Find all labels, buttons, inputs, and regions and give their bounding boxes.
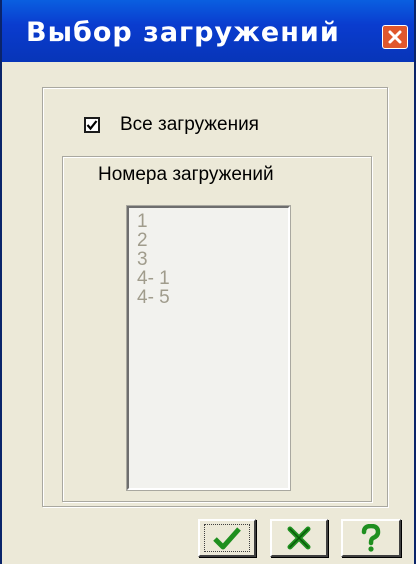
close-button[interactable] <box>382 25 408 49</box>
check-icon <box>213 527 241 550</box>
help-button[interactable] <box>341 519 401 557</box>
all-loads-label: Все загружения <box>120 114 259 135</box>
cancel-button[interactable] <box>270 519 328 557</box>
list-item[interactable]: 3 <box>137 250 288 269</box>
load-numbers-listbox[interactable]: 1 2 3 4- 1 4- 5 <box>127 206 290 490</box>
close-icon <box>388 30 402 44</box>
list-item[interactable]: 1 <box>137 212 288 231</box>
all-loads-checkbox-row[interactable]: Все загружения <box>84 113 259 137</box>
cross-icon <box>287 526 311 550</box>
ok-button[interactable] <box>198 519 256 557</box>
load-numbers-caption: Номера загружений <box>98 164 274 185</box>
list-item[interactable]: 4- 1 <box>137 269 288 288</box>
title-bar[interactable]: Выбор загружений <box>2 0 414 62</box>
checkmark-icon <box>86 120 98 131</box>
list-item[interactable]: 4- 5 <box>137 288 288 307</box>
all-loads-checkbox[interactable] <box>84 117 100 133</box>
list-item[interactable]: 2 <box>137 231 288 250</box>
dialog-window: Выбор загружений Все загружения Номера з… <box>0 0 416 564</box>
dialog-title: Выбор загружений <box>26 17 340 48</box>
help-icon <box>361 524 381 552</box>
